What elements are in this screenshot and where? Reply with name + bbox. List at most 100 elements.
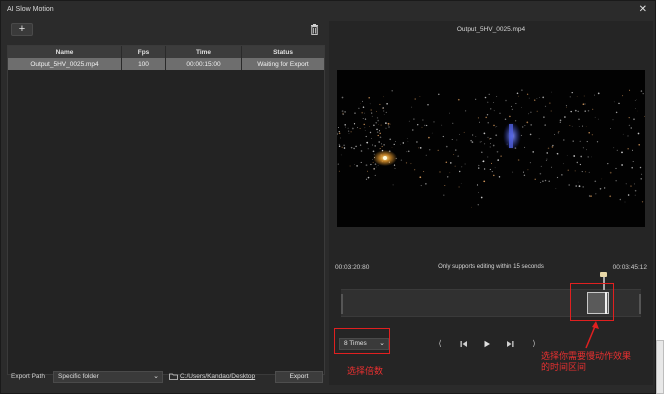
preview-light-dot bbox=[374, 174, 376, 176]
preview-light-dot bbox=[571, 91, 573, 94]
preview-light-dot bbox=[385, 122, 387, 124]
preview-light-dot bbox=[365, 164, 368, 167]
preview-light-dot bbox=[407, 150, 410, 153]
preview-light-dot bbox=[484, 143, 486, 145]
column-header-status[interactable]: Status bbox=[242, 46, 324, 58]
timeline-end-marker bbox=[639, 294, 641, 314]
preview-light-dot bbox=[450, 162, 452, 164]
preview-light-dot bbox=[566, 155, 568, 156]
preview-light-dot bbox=[597, 118, 599, 120]
playhead-line bbox=[603, 276, 605, 290]
preview-light-dot bbox=[393, 164, 396, 166]
row-time: 00:00:15:00 bbox=[166, 58, 242, 70]
preview-light-dot bbox=[343, 144, 345, 147]
preview-light-dot bbox=[489, 168, 491, 170]
preview-light-dot bbox=[341, 146, 343, 149]
preview-light-dot bbox=[490, 162, 493, 164]
preview-light-dot bbox=[494, 167, 496, 169]
range-start-icon[interactable]: ⟨ bbox=[435, 338, 445, 349]
preview-light-dot bbox=[364, 118, 367, 120]
preview-light-dot bbox=[579, 140, 581, 142]
preview-light-dot bbox=[641, 173, 643, 175]
preview-light-dot bbox=[348, 133, 350, 134]
preview-light-dot bbox=[373, 167, 376, 170]
export-path-link[interactable]: C:/Users/Kandao/Desktop bbox=[180, 373, 255, 380]
skip-forward-icon[interactable] bbox=[505, 338, 515, 349]
preview-light-dot bbox=[524, 146, 526, 148]
selection-handle[interactable] bbox=[605, 292, 607, 314]
preview-light-dot bbox=[578, 118, 580, 121]
column-header-fps[interactable]: Fps bbox=[122, 46, 166, 58]
preview-light-dot bbox=[527, 169, 529, 171]
preview-light-dot bbox=[449, 172, 451, 174]
preview-light-dot bbox=[362, 118, 364, 119]
video-preview[interactable] bbox=[337, 70, 645, 227]
playhead-handle[interactable] bbox=[600, 272, 607, 277]
preview-light-dot bbox=[364, 112, 365, 114]
preview-light-dot bbox=[362, 100, 363, 102]
preview-light-dot bbox=[576, 161, 579, 164]
folder-icon[interactable] bbox=[169, 373, 178, 380]
preview-light-dot bbox=[636, 99, 637, 101]
play-icon[interactable] bbox=[482, 338, 492, 349]
close-icon[interactable]: ✕ bbox=[639, 4, 647, 15]
preview-light-dot bbox=[539, 96, 540, 98]
title-bar: AI Slow Motion ✕ bbox=[1, 1, 655, 19]
preview-light-dot bbox=[532, 151, 534, 153]
preview-light-dot bbox=[530, 111, 532, 113]
preview-light-dot bbox=[548, 180, 550, 182]
range-end-icon[interactable]: ⟩ bbox=[529, 338, 539, 349]
preview-light-dot bbox=[391, 89, 393, 92]
preview-light-dot bbox=[559, 119, 562, 122]
preview-light-dot bbox=[338, 127, 339, 128]
preview-light-dot bbox=[353, 147, 355, 150]
preview-light-dot bbox=[376, 117, 379, 119]
preview-light-dot bbox=[490, 143, 491, 145]
preview-light-dot bbox=[609, 195, 612, 198]
preview-light-dot bbox=[488, 138, 491, 140]
preview-light-dot bbox=[426, 124, 428, 127]
add-file-button[interactable]: + bbox=[11, 23, 33, 36]
export-path-select[interactable]: Specific folder ⌄ bbox=[53, 371, 163, 383]
preview-light-dot bbox=[615, 167, 617, 169]
preview-light-dot bbox=[338, 170, 340, 172]
preview-light-dot bbox=[376, 131, 379, 134]
preview-light-dot bbox=[639, 166, 642, 169]
export-button[interactable]: Export bbox=[275, 371, 323, 383]
preview-light-dot bbox=[564, 116, 566, 118]
preview-light-dot bbox=[496, 126, 498, 127]
preview-light-dot bbox=[488, 93, 490, 95]
table-row[interactable]: Output_5HV_0025.mp4 100 00:00:15:00 Wait… bbox=[8, 58, 324, 70]
preview-light-dot bbox=[627, 148, 629, 150]
preview-light-dot bbox=[445, 161, 448, 164]
preview-light-dot bbox=[387, 125, 389, 127]
preview-light-dot bbox=[570, 110, 572, 113]
timeline-track[interactable] bbox=[341, 272, 641, 317]
preview-light-dot bbox=[368, 96, 370, 99]
page-scrollbar[interactable] bbox=[656, 340, 664, 394]
preview-light-dot bbox=[636, 110, 638, 112]
trash-icon[interactable] bbox=[310, 24, 319, 35]
preview-light-dot bbox=[634, 189, 637, 192]
preview-light-dot bbox=[489, 108, 492, 110]
speed-select[interactable]: 8 Times ⌄ bbox=[339, 338, 389, 350]
app-window: AI Slow Motion ✕ + Name Fps Time Status … bbox=[0, 0, 656, 394]
preview-light-dot bbox=[622, 133, 624, 135]
preview-light-dot bbox=[634, 194, 636, 196]
preview-light-dot bbox=[379, 136, 382, 139]
preview-light-dot bbox=[420, 185, 422, 187]
preview-light-dot bbox=[540, 181, 542, 183]
preview-light-dot bbox=[379, 103, 381, 105]
preview-light-dot bbox=[377, 119, 380, 122]
preview-light-dot bbox=[578, 125, 580, 127]
preview-light-dot bbox=[393, 143, 395, 146]
preview-light-dot bbox=[365, 135, 367, 138]
column-header-time[interactable]: Time bbox=[166, 46, 242, 58]
preview-light-dot bbox=[470, 139, 472, 142]
preview-light-dot bbox=[615, 111, 618, 114]
skip-back-icon[interactable] bbox=[459, 338, 469, 349]
column-header-name[interactable]: Name bbox=[8, 46, 122, 58]
preview-light-dot bbox=[360, 161, 362, 163]
preview-light-dot bbox=[631, 166, 633, 169]
preview-light-dot bbox=[371, 138, 372, 140]
